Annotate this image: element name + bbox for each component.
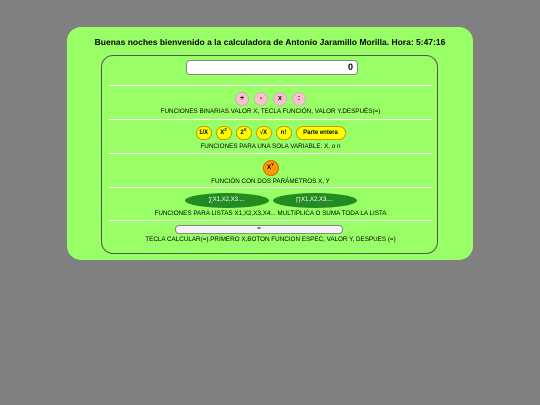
subtract-button[interactable]: - [254,92,268,106]
divider [108,187,432,188]
single-variable-caption: FUNCIONES PARA UNA SOLA VARIABLE: X, o n [200,143,341,150]
two-param-row: XY [102,160,439,176]
power-xy-button[interactable]: XY [262,160,279,176]
multiply-button[interactable]: x [273,92,287,106]
integer-part-button[interactable]: Parte entera [295,126,346,140]
factorial-button[interactable]: n! [275,126,292,140]
product-list-button[interactable]: ∏X1,X2,X3.... [272,193,357,208]
divider [108,220,432,221]
greeting-text: Buenas noches bienvenido a la calculador… [94,37,446,47]
binary-caption: FUNCIONES BINARIAS.VALOR X, TECLA FUNCIÓ… [160,108,381,115]
list-buttons-row: ∑X1,X2,X3.... ∏X1,X2,X3.... [102,193,439,208]
calculate-button[interactable]: = [175,225,343,234]
sqrt-button[interactable]: √X [255,126,272,140]
divider [108,153,432,154]
add-button[interactable]: + [235,92,249,106]
calculator-body: 0 + - x : FUNCIONES BINARIAS.VALOR X, TE… [101,55,438,254]
divide-button[interactable]: : [292,92,306,106]
result-display[interactable]: 0 [186,60,358,75]
two-param-caption: FUNCIÓN CON DOS PARÁMETROS X, Y [211,178,330,185]
calculate-caption: TECLA CALCULAR(=).PRIMERO X,BOTON FUNCIO… [145,236,396,243]
square-button[interactable]: X2 [215,126,232,140]
inverse-button[interactable]: 1/X [195,126,212,140]
divider [108,85,432,86]
single-variable-row: 1/X X2 2X √X n! Parte entera [102,126,439,140]
lists-caption: FUNCIONES PARA LISTAS X1,X2,X3,X4... MUL… [154,210,387,217]
binary-buttons-row: + - x : [102,92,439,106]
sum-list-button[interactable]: ∑X1,X2,X3.... [184,193,269,208]
power-of-two-button[interactable]: 2X [235,126,252,140]
calculator-panel: Buenas noches bienvenido a la calculador… [67,27,473,260]
divider [108,119,432,120]
